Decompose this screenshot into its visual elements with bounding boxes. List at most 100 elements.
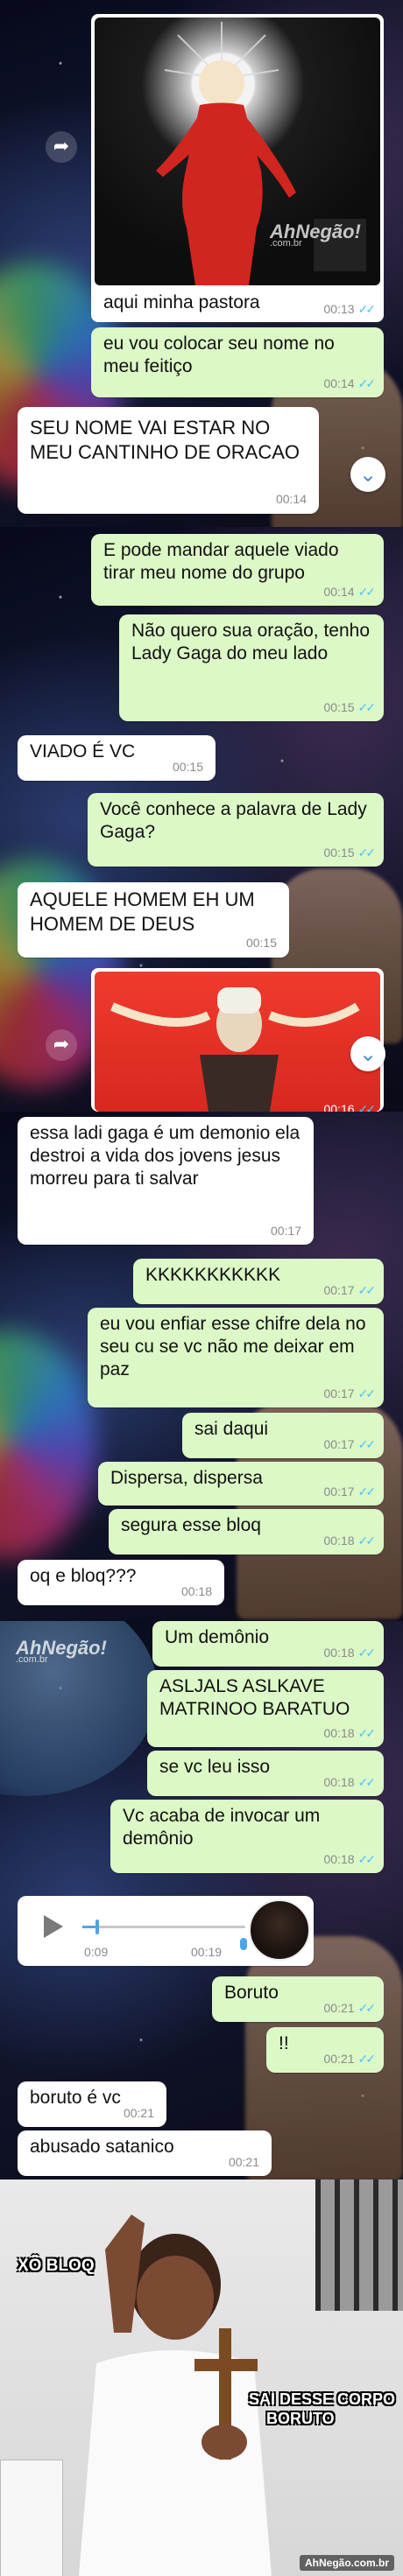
message-text: !!: [279, 2033, 289, 2053]
boy-with-cross: [79, 2215, 272, 2576]
message-out[interactable]: Um demônio 00:18 ✓✓: [152, 1621, 384, 1667]
timestamp: 00:15 ✓✓: [323, 846, 377, 860]
chat-panel-3: essa ladi gaga é um demonio ela destroi …: [0, 1112, 403, 1621]
audio-track[interactable]: [82, 1920, 245, 1934]
message-in[interactable]: essa ladi gaga é um demonio ela destroi …: [18, 1117, 314, 1245]
message-out[interactable]: ASLJALS ASLKAVE MATRINOO BARATUO 00:18 ✓✓: [147, 1670, 384, 1747]
message-text: AQUELE HOMEM EH UM HOMEM DE DEUS: [30, 888, 255, 935]
forward-icon[interactable]: ➦: [46, 1029, 77, 1061]
audio-elapsed: 0:09: [84, 1945, 109, 1959]
meme-panel: XÔ BLOQ SAI DESSE CORPO BORUTO AhNegão.c…: [0, 2179, 403, 2576]
timestamp: 00:14: [275, 492, 307, 506]
horns-figure: [110, 987, 360, 1112]
message-text: ASLJALS ASLKAVE MATRINOO BARATUO: [159, 1676, 350, 1719]
timestamp: 00:18 ✓✓: [323, 1646, 377, 1660]
message-text: Um demônio: [165, 1627, 270, 1647]
timestamp: 00:17 ✓✓: [323, 1386, 377, 1400]
audio-progress: [82, 1926, 95, 1928]
timestamp: 00:21: [228, 2155, 259, 2169]
message-out[interactable]: sai daqui 00:17 ✓✓: [182, 1413, 384, 1458]
message-out[interactable]: se vc leu isso 00:18 ✓✓: [147, 1751, 384, 1796]
double-check-icon: ✓✓: [357, 1646, 377, 1660]
message-text: SEU NOME VAI ESTAR NO MEU CANTINHO DE OR…: [30, 417, 300, 463]
timestamp: 00:21 ✓✓: [323, 2001, 377, 2015]
double-check-icon: ✓✓: [357, 1534, 377, 1548]
timestamp: 00:15: [172, 760, 203, 774]
double-check-icon: ✓✓: [357, 1437, 377, 1451]
timestamp: 00:17 ✓✓: [323, 1437, 377, 1451]
chat-panel-4: AhNegão! .com.br Um demônio 00:18 ✓✓ ASLJA…: [0, 1621, 403, 2179]
scroll-down-button[interactable]: ⌄: [350, 1036, 385, 1071]
timestamp: 00:17 ✓✓: [323, 1485, 377, 1499]
message-text: Boruto: [224, 1983, 279, 2003]
message-text: se vc leu isso: [159, 1757, 271, 1777]
timestamp: 00:17: [270, 1224, 301, 1238]
message-text: abusado satanico: [30, 2137, 174, 2157]
double-check-icon: ✓✓: [357, 1852, 377, 1866]
double-check-icon: ✓✓: [357, 2052, 377, 2066]
message-text: Não quero sua oração, tenho Lady Gaga do…: [131, 621, 371, 663]
lady-gaga-photo-message[interactable]: AhNegão! .com.br aqui minha pastora 00:13…: [91, 14, 384, 322]
double-check-icon: ✓✓: [357, 846, 377, 860]
timestamp: 00:18 ✓✓: [323, 1534, 377, 1548]
message-text: Vc acaba de invocar um demônio: [123, 1806, 321, 1849]
message-out[interactable]: E pode mandar aquele viado tirar meu nom…: [91, 534, 384, 606]
timestamp: 00:14 ✓✓: [323, 376, 377, 390]
microphone-icon: [240, 1938, 247, 1950]
message-out[interactable]: eu vou colocar seu nome no meu feitiço 0…: [91, 327, 384, 397]
message-text: Dispersa, dispersa: [110, 1468, 263, 1488]
scroll-down-button[interactable]: ⌄: [350, 457, 385, 492]
double-check-icon: ✓✓: [357, 1775, 377, 1789]
meme-watermark: AhNegão.com.br: [299, 2555, 394, 2571]
photo-watermark: AhNegão! .com.br: [270, 221, 361, 249]
message-in[interactable]: abusado satanico 00:21: [18, 2130, 272, 2176]
message-out[interactable]: Você conhece a palavra de Lady Gaga? 00:…: [88, 793, 384, 867]
lady-gaga-horns-photo-message[interactable]: 00:16 ✓✓: [91, 968, 384, 1112]
timestamp: 00:13 ✓✓: [323, 302, 376, 316]
photo-image: [95, 972, 380, 1112]
message-in[interactable]: boruto é vc 00:21: [18, 2081, 166, 2127]
timestamp: 00:18 ✓✓: [323, 1726, 376, 1740]
double-check-icon: ✓✓: [357, 2001, 377, 2015]
message-text: eu vou enfiar esse chifre dela no seu cu…: [100, 1314, 366, 1379]
message-out[interactable]: eu vou enfiar esse chifre dela no seu cu…: [88, 1308, 384, 1407]
message-out[interactable]: Dispersa, dispersa 00:17 ✓✓: [98, 1462, 384, 1506]
play-icon[interactable]: [44, 1915, 63, 1938]
chevron-down-icon: ⌄: [358, 1042, 378, 1066]
message-text: VIADO É VC: [30, 741, 136, 762]
double-check-icon: ✓✓: [357, 376, 377, 390]
message-in[interactable]: VIADO É VC 00:15: [18, 735, 216, 781]
timestamp: 00:18 ✓✓: [323, 1775, 377, 1789]
timestamp: 00:18: [180, 1584, 212, 1598]
double-check-icon: ✓✓: [357, 1386, 377, 1400]
forward-icon[interactable]: ➦: [46, 131, 77, 163]
rainbow-background: [0, 1330, 96, 1558]
audio-scrubber[interactable]: [95, 1920, 99, 1934]
message-text: Você conhece a palavra de Lady Gaga?: [100, 799, 367, 842]
message-out[interactable]: !! 00:21 ✓✓: [266, 2027, 384, 2073]
message-text: segura esse bloq: [121, 1515, 261, 1535]
message-in[interactable]: AQUELE HOMEM EH UM HOMEM DE DEUS 00:15: [18, 882, 289, 958]
message-out[interactable]: Vc acaba de invocar um demônio 00:18 ✓✓: [110, 1800, 384, 1873]
message-text: essa ladi gaga é um demonio ela destroi …: [30, 1123, 300, 1189]
double-check-icon: ✓✓: [357, 700, 377, 714]
double-check-icon: ✓✓: [357, 1485, 377, 1499]
double-check-icon: ✓✓: [357, 585, 377, 599]
timestamp: 00:16 ✓✓: [323, 1102, 376, 1112]
timestamp: 00:17 ✓✓: [323, 1283, 376, 1297]
photo-image: AhNegão! .com.br: [95, 18, 380, 285]
watermark: AhNegão! .com.br: [16, 1637, 107, 1665]
audio-timestamp: 00:19: [191, 1945, 223, 1959]
message-text: sai daqui: [194, 1419, 269, 1439]
message-in[interactable]: oq e bloq??? 00:18: [18, 1560, 224, 1605]
photo-caption: aqui minha pastora: [103, 292, 260, 312]
message-out[interactable]: segura esse bloq 00:18 ✓✓: [109, 1509, 384, 1555]
audio-message[interactable]: 0:09 00:19: [18, 1896, 314, 1966]
message-out[interactable]: Boruto 00:21 ✓✓: [212, 1976, 384, 2022]
message-out[interactable]: KKKKKKKKKKK 00:17 ✓✓: [133, 1259, 384, 1304]
message-out[interactable]: Não quero sua oração, tenho Lady Gaga do…: [119, 614, 384, 721]
timestamp: 00:15: [245, 936, 277, 950]
message-text: KKKKKKKKKKK: [145, 1265, 281, 1285]
message-in[interactable]: SEU NOME VAI ESTAR NO MEU CANTINHO DE OR…: [18, 407, 319, 514]
caption-right-1: SAI DESSE CORPO: [249, 2390, 396, 2408]
